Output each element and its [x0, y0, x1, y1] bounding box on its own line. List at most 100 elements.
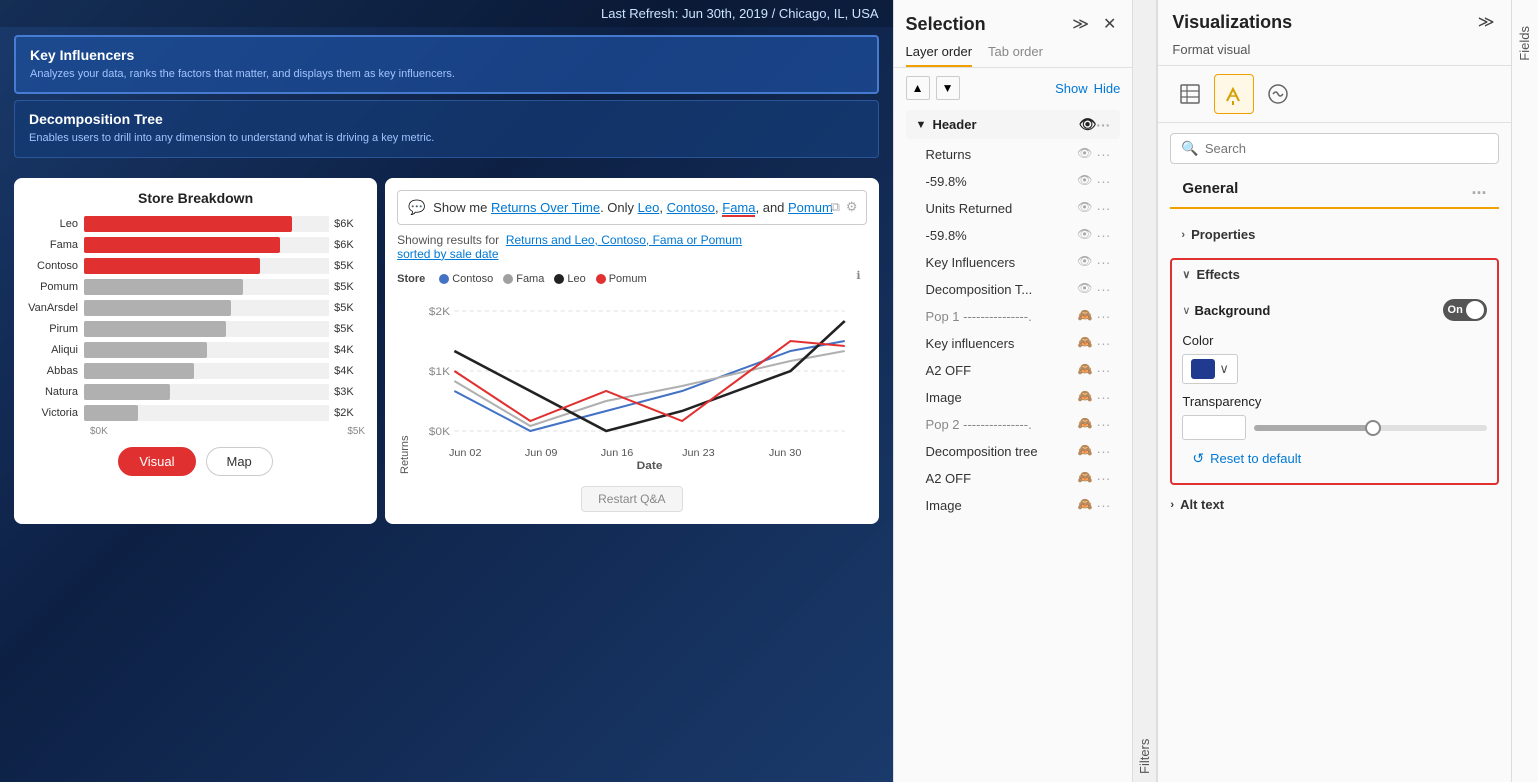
qa-settings-icon[interactable]: ⚙ — [846, 199, 858, 215]
svg-text:Jun 23: Jun 23 — [682, 448, 715, 459]
selection-inner: Selection ≫ ✕ Layer order Tab order ▲ ▼ … — [894, 0, 1133, 782]
eye-visibility-icon[interactable]: 👁 — [1077, 146, 1092, 162]
header-section-header[interactable]: ▼ Header 👁 ··· — [906, 110, 1121, 139]
tab-layer-order[interactable]: Layer order — [906, 44, 972, 67]
eye-visibility-icon[interactable]: 👁 — [1077, 281, 1092, 297]
key-influencers-card[interactable]: Key Influencers Analyzes your data, rank… — [14, 35, 879, 94]
eye-visibility-icon[interactable]: 🙈 — [1077, 308, 1092, 324]
bar-track — [84, 279, 329, 295]
layer-item[interactable]: Units Returned 👁 ··· — [906, 195, 1121, 221]
format-icon-button[interactable] — [1214, 74, 1254, 114]
legend-item-leo: Leo — [554, 273, 585, 285]
axis-label: $0K — [90, 426, 108, 437]
eye-visibility-icon[interactable]: 🙈 — [1077, 443, 1092, 459]
layer-item[interactable]: -59.8% 👁 ··· — [906, 222, 1121, 248]
layer-item[interactable]: Key influencers 🙈 ··· — [906, 330, 1121, 356]
tab-tab-order[interactable]: Tab order — [988, 44, 1043, 67]
bar-label: VanArsdel — [26, 302, 84, 314]
collapse-all-button[interactable]: ≫ — [1068, 12, 1093, 36]
qa-input-box[interactable]: 💬 Show me Returns Over Time. Only Leo, C… — [397, 190, 866, 225]
search-box[interactable]: 🔍 — [1170, 133, 1498, 164]
layer-item[interactable]: A2 OFF 🙈 ··· — [906, 465, 1121, 491]
layer-item[interactable]: Returns 👁 ··· — [906, 141, 1121, 167]
layer-item[interactable]: Pop 2 ---------------. 🙈 ··· — [906, 411, 1121, 437]
transparency-row: Transparency 51 % — [1182, 394, 1486, 440]
layer-dots-icon[interactable]: ··· — [1096, 416, 1110, 432]
layer-item[interactable]: Key Influencers 👁 ··· — [906, 249, 1121, 275]
eye-visibility-icon[interactable]: 🙈 — [1077, 416, 1092, 432]
transparency-slider[interactable] — [1254, 425, 1486, 431]
fields-tab-label[interactable]: Fields — [1515, 20, 1534, 67]
reset-label: Reset to default — [1210, 451, 1301, 466]
layer-dots-icon[interactable]: ··· — [1096, 470, 1110, 486]
table-icon-button[interactable] — [1170, 74, 1210, 114]
layer-item[interactable]: A2 OFF 🙈 ··· — [906, 357, 1121, 383]
layer-item-name: Units Returned — [926, 201, 1078, 216]
background-toggle[interactable]: On — [1443, 299, 1487, 321]
color-dropdown-button[interactable]: ∨ — [1182, 354, 1238, 384]
alt-text-row[interactable]: › Alt text — [1158, 489, 1510, 520]
transparency-input[interactable]: 51 % — [1182, 415, 1246, 440]
chevron-down-icon: ▼ — [916, 119, 927, 131]
layer-dots-icon[interactable]: ··· — [1096, 362, 1110, 378]
restart-qa-button[interactable]: Restart Q&A — [581, 486, 682, 512]
selection-panel-header: Selection ≫ ✕ — [894, 0, 1133, 36]
reset-row[interactable]: ↺ Reset to default — [1182, 440, 1486, 473]
layer-dots-icon[interactable]: ··· — [1096, 443, 1110, 459]
analytics-icon-button[interactable] — [1258, 74, 1298, 114]
header-dots-icon[interactable]: ··· — [1096, 117, 1110, 133]
layer-dots-icon[interactable]: ··· — [1096, 254, 1110, 270]
layer-item[interactable]: Image 🙈 ··· — [906, 492, 1121, 518]
layer-item[interactable]: Decomposition T... 👁 ··· — [906, 276, 1121, 302]
eye-visibility-icon[interactable]: 👁 — [1077, 173, 1092, 189]
info-icon: ℹ — [856, 269, 860, 282]
bar-chart-title: Store Breakdown — [26, 190, 365, 206]
bar-fill — [84, 342, 207, 358]
show-all-button[interactable]: Show — [1055, 81, 1088, 96]
effects-header[interactable]: ∨ Effects — [1172, 260, 1496, 289]
close-selection-button[interactable]: ✕ — [1099, 12, 1120, 36]
move-up-button[interactable]: ▲ — [906, 76, 930, 100]
layer-dots-icon[interactable]: ··· — [1096, 308, 1110, 324]
layer-dots-icon[interactable]: ··· — [1096, 389, 1110, 405]
layer-item[interactable]: Pop 1 ---------------. 🙈 ··· — [906, 303, 1121, 329]
layer-dots-icon[interactable]: ··· — [1096, 227, 1110, 243]
qa-copy-icon[interactable]: ⧉ — [831, 199, 840, 215]
eye-visibility-icon[interactable]: 🙈 — [1077, 497, 1092, 513]
eye-visibility-icon[interactable]: 👁 — [1077, 227, 1092, 243]
properties-header[interactable]: › Properties — [1171, 220, 1497, 249]
expand-viz-button[interactable]: ≫ — [1474, 10, 1499, 34]
eye-visibility-icon[interactable]: 🙈 — [1077, 470, 1092, 486]
bar-track — [84, 405, 329, 421]
chart-tab-map[interactable]: Map — [206, 447, 273, 476]
layer-item[interactable]: Decomposition tree 🙈 ··· — [906, 438, 1121, 464]
layer-dots-icon[interactable]: ··· — [1096, 281, 1110, 297]
eye-visibility-icon[interactable]: 🙈 — [1077, 362, 1092, 378]
bar-label: Fama — [26, 239, 84, 251]
general-dots[interactable]: ... — [1472, 178, 1487, 199]
layer-dots-icon[interactable]: ··· — [1096, 497, 1110, 513]
layer-dots-icon[interactable]: ··· — [1096, 173, 1110, 189]
key-influencers-desc: Analyzes your data, ranks the factors th… — [30, 67, 863, 82]
chart-tab-visual[interactable]: Visual — [118, 447, 195, 476]
layer-dots-icon[interactable]: ··· — [1096, 146, 1110, 162]
header-eye-icon[interactable]: 👁 — [1079, 116, 1097, 133]
eye-visibility-icon[interactable]: 🙈 — [1077, 389, 1092, 405]
layer-item[interactable]: -59.8% 👁 ··· — [906, 168, 1121, 194]
eye-visibility-icon[interactable]: 👁 — [1077, 254, 1092, 270]
eye-visibility-icon[interactable]: 🙈 — [1077, 335, 1092, 351]
decomposition-tree-card[interactable]: Decomposition Tree Enables users to dril… — [14, 100, 879, 157]
move-down-button[interactable]: ▼ — [936, 76, 960, 100]
bar-value: $5K — [329, 323, 365, 335]
layer-dots-icon[interactable]: ··· — [1096, 200, 1110, 216]
eye-visibility-icon[interactable]: 👁 — [1077, 200, 1092, 216]
layer-item[interactable]: Image 🙈 ··· — [906, 384, 1121, 410]
layer-dots-icon[interactable]: ··· — [1096, 335, 1110, 351]
fields-tab[interactable]: Fields — [1511, 0, 1538, 782]
hide-all-button[interactable]: Hide — [1094, 81, 1121, 96]
qa-result-text: Showing results for Returns and Leo, Con… — [397, 233, 866, 261]
search-input[interactable] — [1205, 141, 1488, 156]
layer-item-name: A2 OFF — [926, 471, 1078, 486]
filters-label[interactable]: Filters — [1132, 0, 1156, 782]
chevron-right-icon-alt: › — [1170, 499, 1174, 511]
